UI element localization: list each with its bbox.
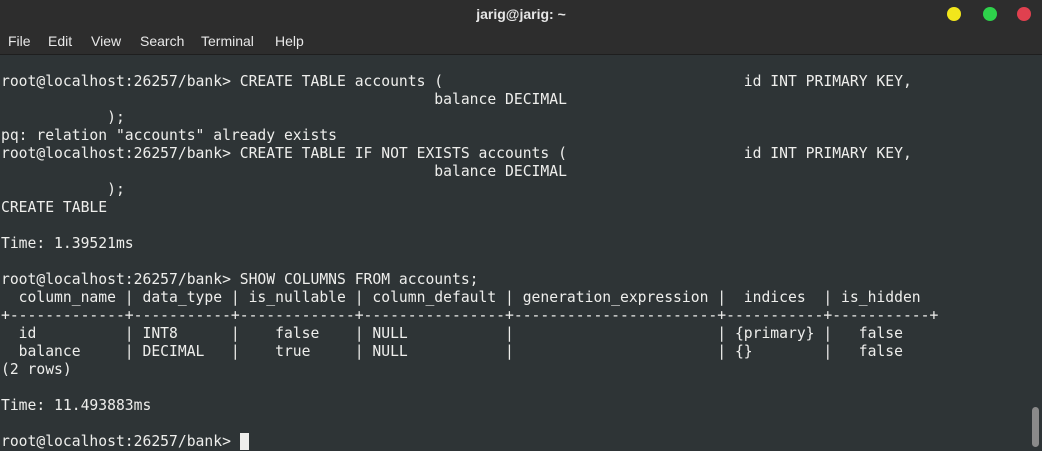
- menu-search[interactable]: Search: [140, 32, 184, 50]
- terminal-line: Time: 1.39521ms: [1, 235, 134, 252]
- terminal-window: jarig@jarig: ~ File Edit View Search Ter…: [0, 0, 1042, 451]
- terminal-line: Time: 11.493883ms: [1, 397, 152, 414]
- menu-terminal[interactable]: Terminal: [201, 32, 254, 50]
- terminal-line: root@localhost:26257/bank> CREATE TABLE …: [1, 145, 912, 162]
- terminal-line: CREATE TABLE: [1, 199, 108, 216]
- terminal-line: balance | DECIMAL | true | NULL | | {} |…: [1, 343, 903, 360]
- terminal-line: balance DECIMAL: [1, 91, 567, 108]
- prompt-line: root@localhost:26257/bank>: [1, 433, 938, 451]
- terminal-line: root@localhost:26257/bank> SHOW COLUMNS …: [1, 271, 479, 288]
- menu-file[interactable]: File: [8, 32, 31, 50]
- terminal-line: );: [1, 109, 125, 126]
- close-button[interactable]: [1017, 7, 1031, 21]
- terminal-line: pq: relation "accounts" already exists: [1, 127, 338, 144]
- terminal-line: root@localhost:26257/bank> CREATE TABLE …: [1, 73, 912, 90]
- prompt-text: root@localhost:26257/bank>: [1, 433, 240, 450]
- terminal-line: +-------------+-----------+-------------…: [1, 307, 939, 324]
- terminal-line: id | INT8 | false | NULL | | {primary} |…: [1, 325, 903, 342]
- scrollbar[interactable]: [1028, 55, 1042, 451]
- terminal-line: column_name | data_type | is_nullable | …: [1, 289, 921, 306]
- terminal-line: balance DECIMAL: [1, 163, 567, 180]
- minimize-button[interactable]: [947, 7, 961, 21]
- menu-view[interactable]: View: [91, 32, 121, 50]
- terminal-line: (2 rows): [1, 361, 72, 378]
- menu-edit[interactable]: Edit: [48, 32, 72, 50]
- terminal-line: );: [1, 181, 125, 198]
- maximize-button[interactable]: [983, 7, 997, 21]
- window-title: jarig@jarig: ~: [476, 6, 566, 22]
- menu-help[interactable]: Help: [275, 32, 304, 50]
- text-cursor: [239, 433, 249, 450]
- terminal-output: root@localhost:26257/bank> CREATE TABLE …: [1, 73, 938, 451]
- title-bar[interactable]: jarig@jarig: ~: [0, 0, 1042, 28]
- menu-bar: File Edit View Search Terminal Help: [0, 28, 1042, 55]
- terminal-area[interactable]: root@localhost:26257/bank> CREATE TABLE …: [0, 55, 1028, 451]
- scrollbar-thumb[interactable]: [1032, 407, 1039, 447]
